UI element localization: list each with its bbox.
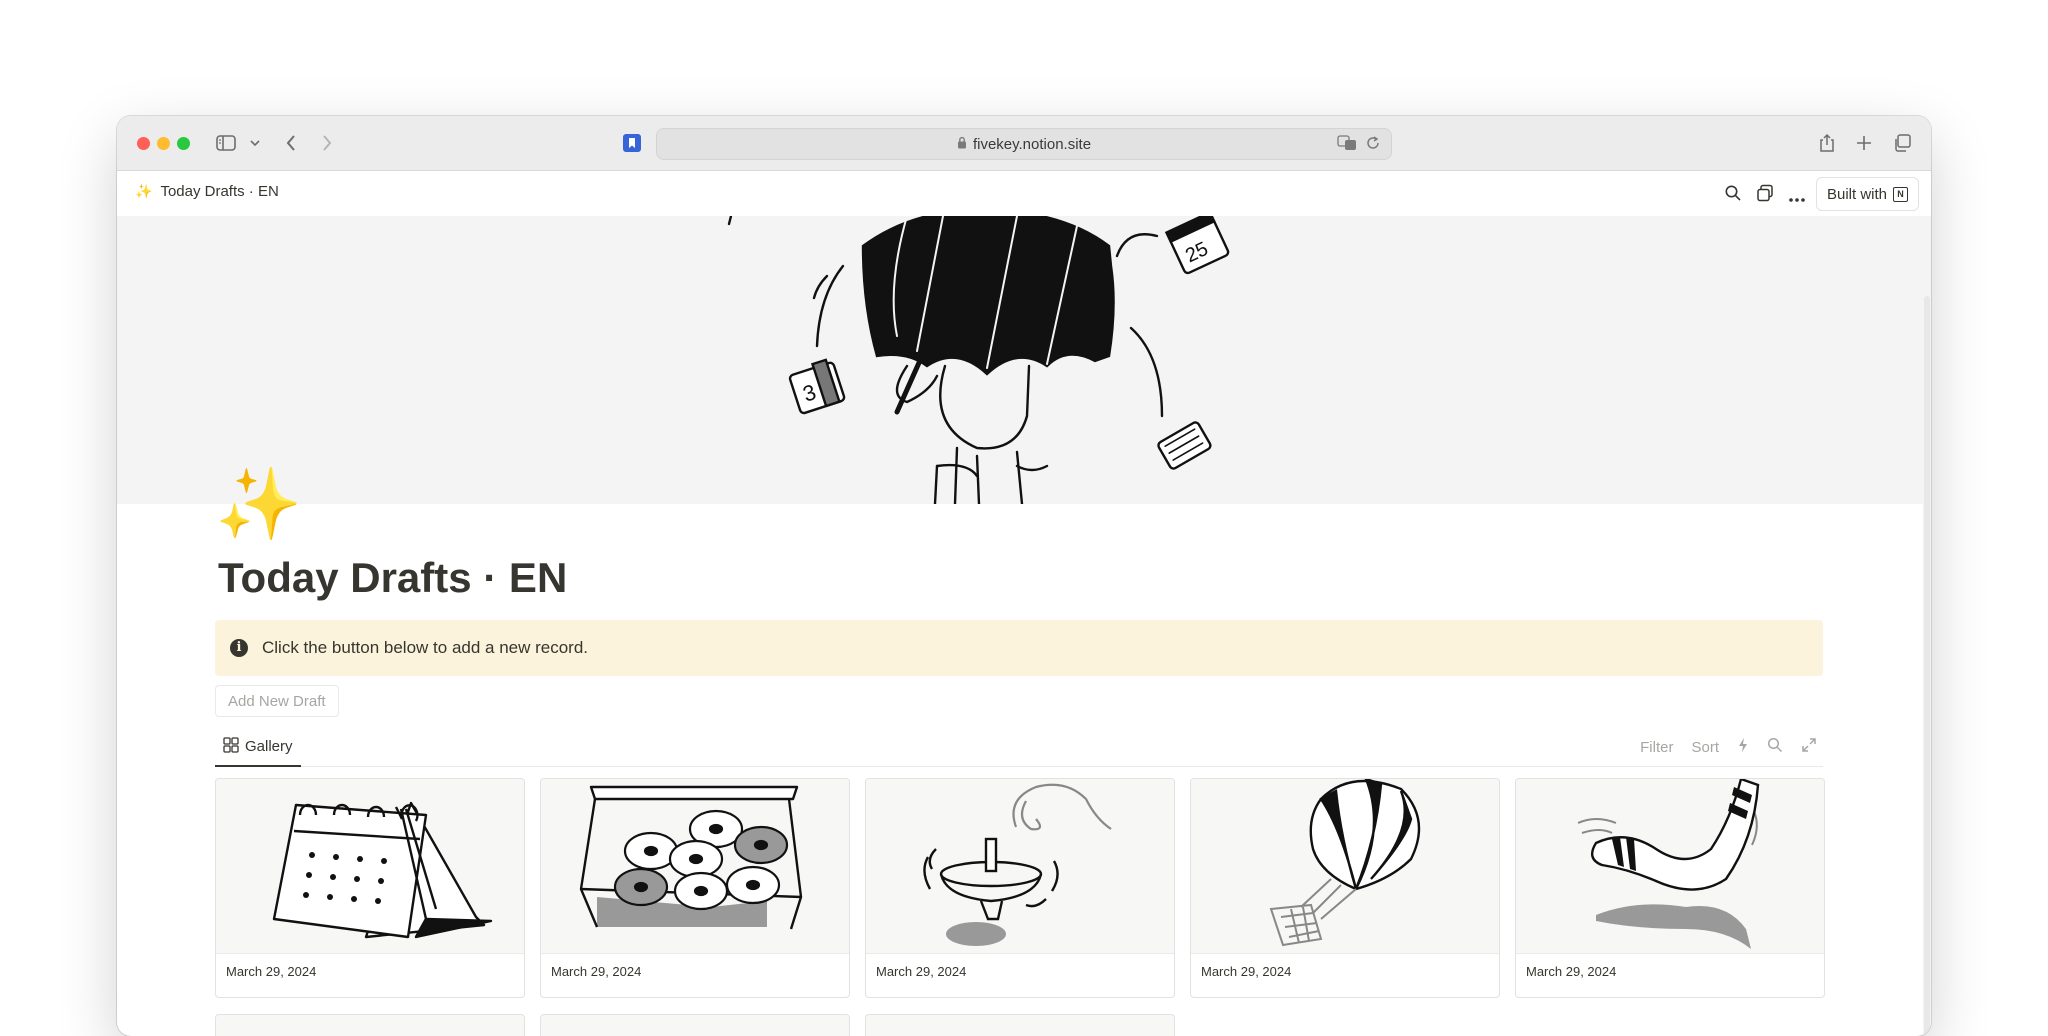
umbrella-cover-illustration: 3 25 — [727, 216, 1230, 504]
browser-window: fivekey.notion.site ✨ Today Drafts · EN — [117, 116, 1931, 1036]
gallery-card[interactable]: March 29, 2024 — [1515, 778, 1825, 998]
built-with-notion-button[interactable]: Built with N — [1815, 177, 1919, 211]
back-icon[interactable] — [283, 130, 299, 156]
card-date: March 29, 2024 — [1526, 964, 1617, 979]
notion-topbar: ✨ Today Drafts · EN Built with N — [117, 171, 1931, 216]
tab-gallery[interactable]: Gallery — [215, 728, 301, 767]
calendar-illustration — [216, 779, 524, 954]
sparkles-icon: ✨ — [135, 183, 153, 199]
view-toolbar: Filter Sort — [1640, 737, 1817, 757]
scrollbar-thumb[interactable] — [1924, 296, 1930, 1036]
page-icon-sparkles[interactable]: ✨ — [215, 464, 302, 544]
bookmark-extension-icon[interactable] — [622, 130, 642, 156]
translate-icon[interactable] — [1337, 135, 1357, 155]
view-search-icon[interactable] — [1767, 737, 1783, 757]
page-scrollbar[interactable] — [1923, 216, 1931, 1036]
notion-logo-icon: N — [1893, 186, 1908, 202]
tab-gallery-label: Gallery — [245, 738, 293, 755]
breadcrumb[interactable]: ✨ Today Drafts · EN — [135, 183, 279, 200]
page-cover: 3 25 — [117, 216, 1923, 504]
card-date: March 29, 2024 — [876, 964, 967, 979]
address-bar[interactable]: fivekey.notion.site — [656, 128, 1392, 160]
reload-icon[interactable] — [1365, 135, 1381, 155]
card-date: March 29, 2024 — [551, 964, 642, 979]
expand-icon[interactable] — [1801, 737, 1817, 757]
browser-toolbar: fivekey.notion.site — [117, 116, 1931, 171]
info-callout: i Click the button below to add a new re… — [215, 620, 1823, 676]
automation-bolt-icon[interactable] — [1737, 737, 1749, 757]
share-icon[interactable] — [1817, 130, 1837, 156]
tab-overview-icon[interactable] — [1892, 130, 1912, 156]
gallery-card[interactable]: March 29, 2024 — [540, 778, 850, 998]
callout-text: Click the button below to add a new reco… — [262, 638, 589, 657]
gallery-card[interactable]: March 29, 2024 — [865, 778, 1175, 998]
gallery-grid-icon — [223, 736, 239, 757]
gallery-card-partial[interactable] — [215, 1014, 525, 1036]
breadcrumb-title: Today Drafts · EN — [160, 183, 279, 200]
duplicate-icon[interactable] — [1756, 184, 1774, 207]
donut-box-illustration — [541, 779, 849, 954]
page-title: Today Drafts · EN — [218, 554, 568, 601]
boomerang-illustration — [1516, 779, 1824, 954]
add-new-draft-button[interactable]: Add New Draft — [215, 685, 339, 717]
close-window-button[interactable] — [137, 137, 150, 150]
new-tab-icon[interactable] — [1854, 130, 1874, 156]
lock-icon — [957, 136, 967, 153]
built-with-label: Built with — [1826, 185, 1887, 203]
url-text: fivekey.notion.site — [972, 135, 1092, 153]
gallery-card[interactable]: March 29, 2024 — [1190, 778, 1500, 998]
card-date: March 29, 2024 — [226, 964, 317, 979]
gallery-card[interactable]: March 29, 2024 — [215, 778, 525, 998]
spinning-top-illustration — [866, 779, 1174, 954]
more-options-icon[interactable] — [1788, 190, 1806, 208]
search-icon[interactable] — [1724, 184, 1742, 207]
gallery-card-partial[interactable] — [865, 1014, 1175, 1036]
gallery-card-partial[interactable] — [540, 1014, 850, 1036]
hot-air-balloon-illustration — [1191, 779, 1499, 954]
filter-button[interactable]: Filter — [1640, 739, 1673, 756]
info-icon: i — [230, 639, 248, 657]
chevron-down-icon[interactable] — [249, 130, 261, 156]
forward-icon[interactable] — [319, 130, 335, 156]
card-date: March 29, 2024 — [1201, 964, 1292, 979]
minimize-window-button[interactable] — [157, 137, 170, 150]
maximize-window-button[interactable] — [177, 137, 190, 150]
sort-button[interactable]: Sort — [1691, 739, 1719, 756]
sidebar-toggle-icon[interactable] — [215, 130, 237, 156]
database-view-bar: Gallery Filter Sort — [215, 728, 1823, 767]
